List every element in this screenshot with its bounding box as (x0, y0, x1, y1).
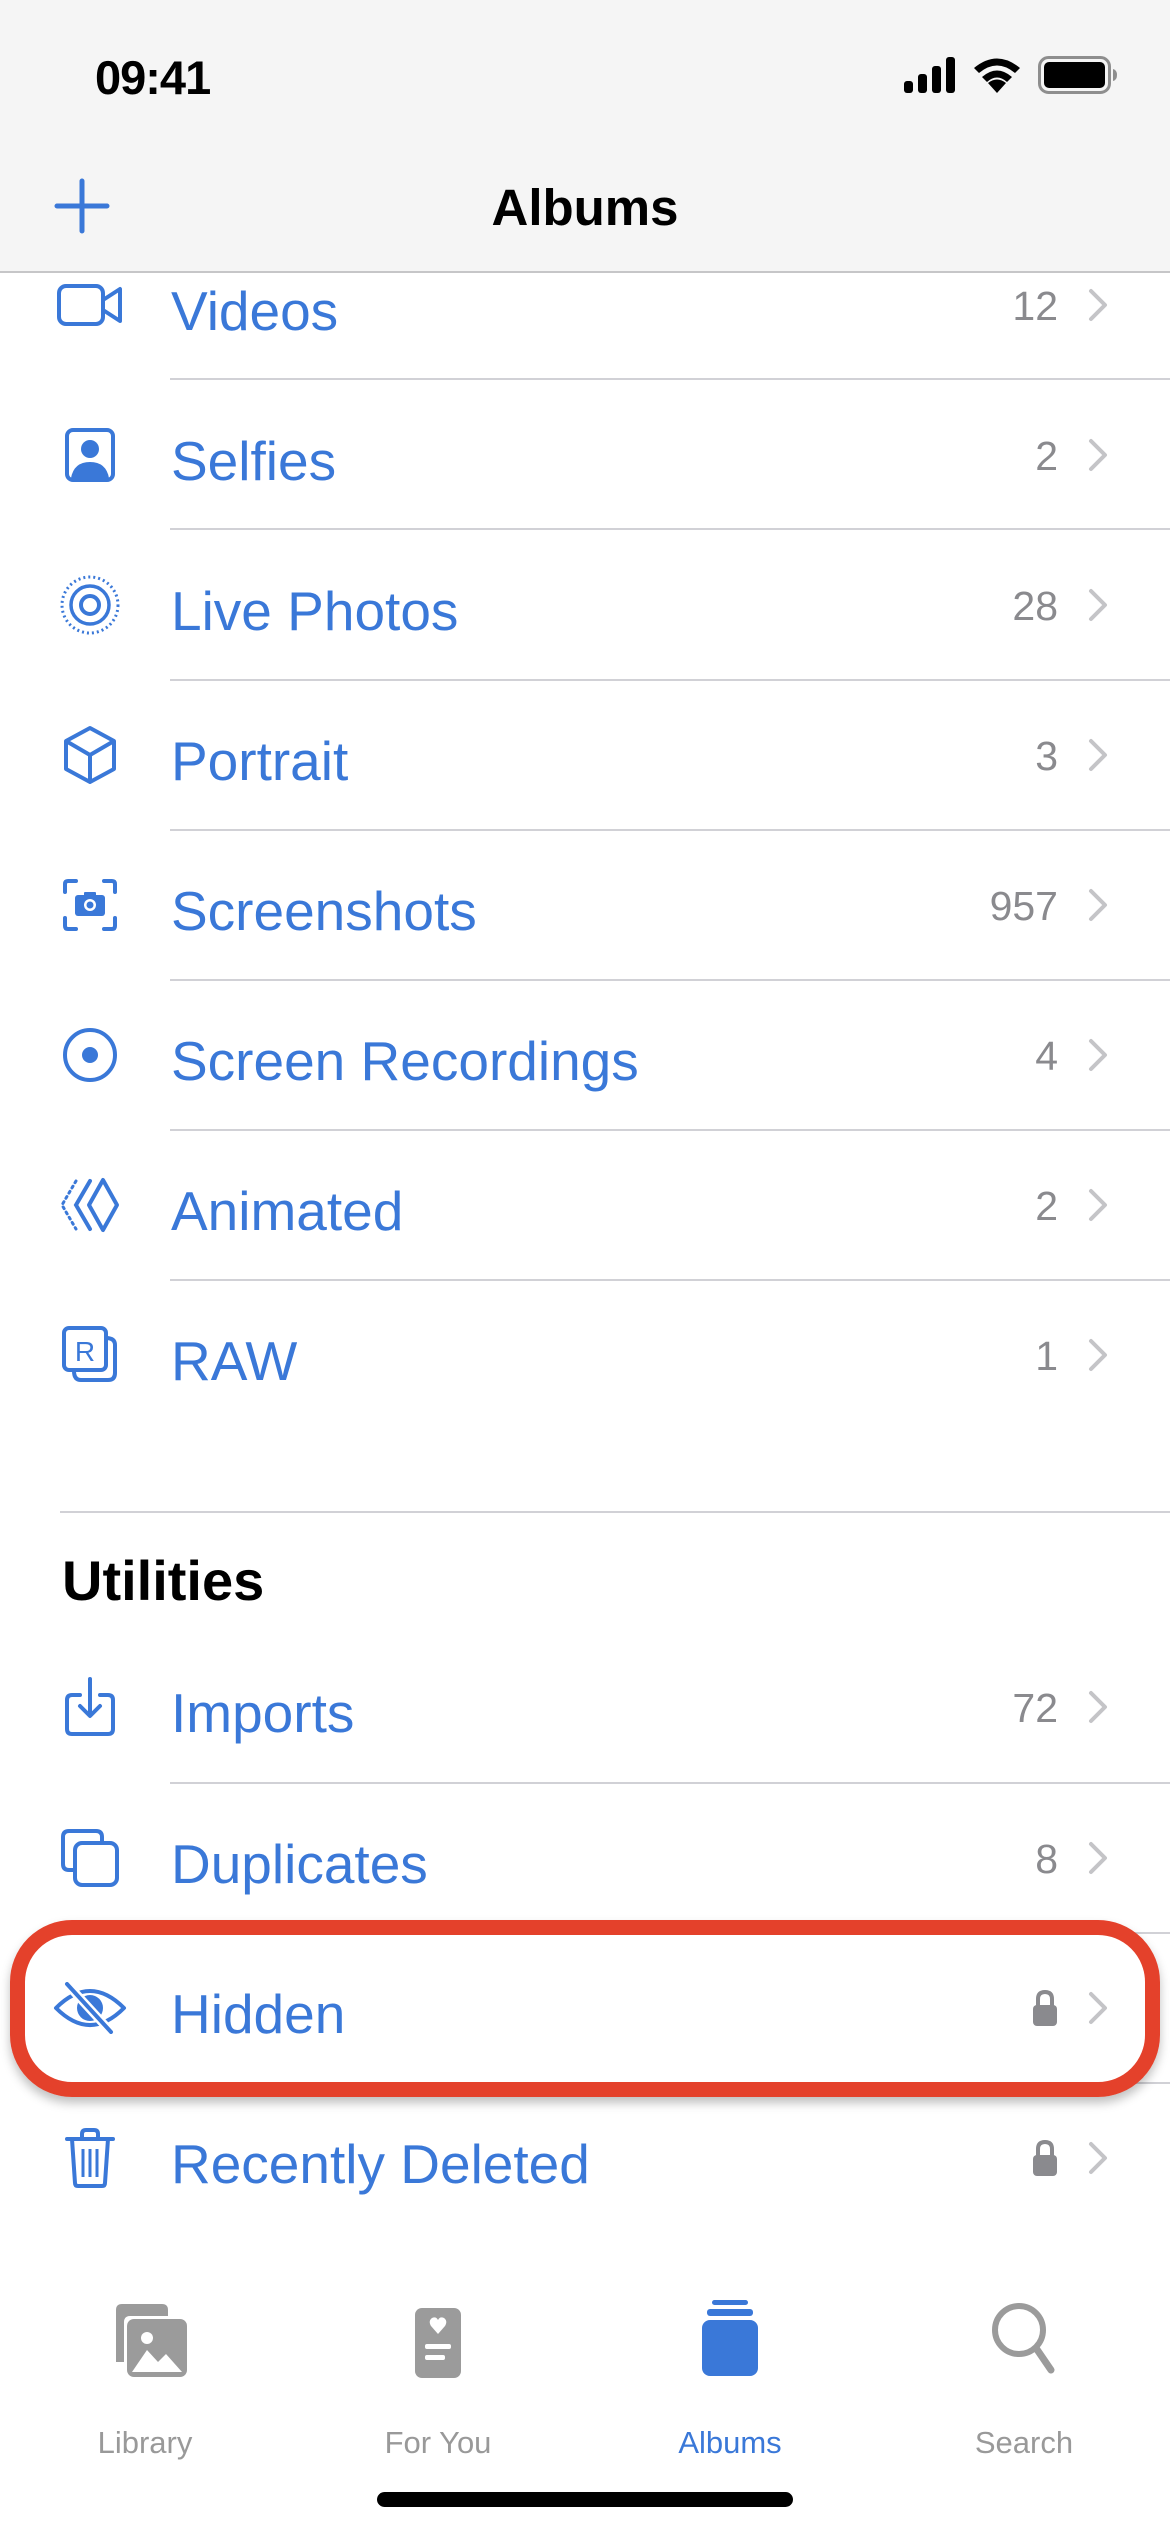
item-count: 2 (1035, 1183, 1058, 1229)
magnifier-icon (992, 2303, 1055, 2374)
section-title-utilities: Utilities (62, 1549, 265, 1612)
chevron-right-icon (1089, 1339, 1107, 1371)
list-item-screen-recordings[interactable]: Screen Recordings 4 (0, 980, 1170, 1130)
item-label: Portrait (171, 730, 349, 792)
item-label: Selfies (171, 430, 337, 492)
person-portrait-icon (50, 415, 130, 495)
chevron-right-icon (1089, 1992, 1107, 2024)
item-count: 3 (1035, 733, 1058, 779)
item-count: 12 (1012, 283, 1058, 329)
page-title: Albums (491, 179, 679, 236)
trash-icon (50, 2118, 130, 2198)
svg-text:R: R (75, 1336, 95, 1367)
for-you-card-icon (415, 2308, 461, 2378)
list-item-recently-deleted[interactable]: Recently Deleted (0, 2083, 1170, 2233)
item-label: Imports (171, 1682, 355, 1744)
battery-icon (1038, 56, 1117, 94)
eye-slash-icon (50, 1968, 130, 2048)
animated-layers-icon (50, 1165, 130, 1245)
import-tray-icon (50, 1667, 130, 1747)
raw-icon: R (50, 1314, 130, 1394)
list-item-duplicates[interactable]: Duplicates 8 (0, 1783, 1170, 1933)
item-label: Live Photos (171, 580, 459, 642)
list-item-raw[interactable]: R RAW 1 (0, 1280, 1170, 1430)
item-label: Screenshots (171, 880, 477, 942)
list-item-portrait[interactable]: Portrait 3 (0, 680, 1170, 830)
chevron-right-icon (1089, 889, 1107, 921)
chevron-right-icon (1089, 739, 1107, 771)
cube-icon (50, 715, 130, 795)
duplicate-squares-icon (50, 1818, 130, 1898)
home-indicator[interactable] (377, 2492, 793, 2507)
item-count: 1 (1035, 1333, 1058, 1379)
chevron-right-icon (1089, 1842, 1107, 1874)
list-item-selfies[interactable]: Selfies 2 (0, 380, 1170, 530)
albums-stack-icon (702, 2300, 758, 2376)
cellular-signal-icon (904, 57, 955, 93)
tab-label: Albums (678, 2425, 782, 2460)
chevron-right-icon (1089, 289, 1107, 321)
item-count: 2 (1035, 433, 1058, 479)
item-count: 4 (1035, 1033, 1058, 1079)
status-icons (904, 56, 1118, 94)
item-label: RAW (171, 1330, 298, 1392)
item-count: 8 (1035, 1836, 1058, 1882)
tab-label: For You (384, 2425, 492, 2460)
lock-icon (1033, 2139, 1057, 2176)
item-count: 957 (989, 883, 1058, 929)
chevron-right-icon (1089, 1039, 1107, 1071)
tab-label: Library (97, 2425, 193, 2460)
lock-icon (1033, 1989, 1057, 2026)
list-item-animated[interactable]: Animated 2 (0, 1130, 1170, 1280)
chevron-right-icon (1089, 589, 1107, 621)
tab-albums[interactable]: Albums (610, 2300, 850, 2460)
item-count: 28 (1012, 583, 1058, 629)
item-label: Hidden (171, 1983, 346, 2045)
wifi-icon (974, 58, 1020, 93)
list-item-screenshots[interactable]: Screenshots 957 (0, 830, 1170, 980)
item-label: Videos (171, 280, 339, 342)
video-camera-icon (50, 265, 130, 345)
top-bar: 09:41 Albums (0, 0, 1170, 273)
section-separator (60, 1511, 1170, 1513)
tab-for-you[interactable]: For You (318, 2300, 558, 2460)
tab-label: Search (974, 2425, 1074, 2460)
chevron-right-icon (1089, 439, 1107, 471)
live-photo-icon (50, 565, 130, 645)
tab-library[interactable]: Library (25, 2300, 265, 2460)
screenshot-camera-icon (50, 865, 130, 945)
list-item-imports[interactable]: Imports 72 (0, 1632, 1170, 1782)
tab-search[interactable]: Search (904, 2300, 1144, 2460)
status-time: 09:41 (95, 51, 211, 104)
chevron-right-icon (1089, 1691, 1107, 1723)
list-item-hidden[interactable]: Hidden (0, 1933, 1170, 2083)
item-label: Recently Deleted (171, 2133, 590, 2195)
item-label: Duplicates (171, 1833, 428, 1895)
list-item-live-photos[interactable]: Live Photos 28 (0, 530, 1170, 680)
item-label: Animated (171, 1180, 404, 1242)
chevron-right-icon (1089, 2142, 1107, 2174)
item-label: Screen Recordings (171, 1030, 639, 1092)
item-count: 72 (1012, 1685, 1058, 1731)
record-circle-icon (50, 1015, 130, 1095)
photo-stack-icon (116, 2304, 187, 2377)
chevron-right-icon (1089, 1189, 1107, 1221)
